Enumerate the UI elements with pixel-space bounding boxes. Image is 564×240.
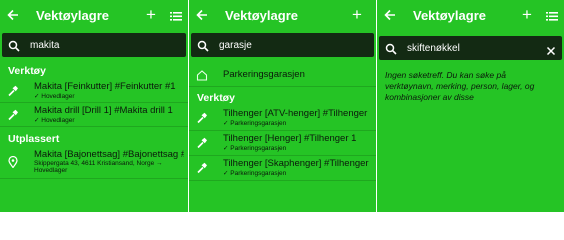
search-bar bbox=[191, 33, 374, 57]
search-input[interactable] bbox=[30, 39, 180, 51]
hammer-icon bbox=[195, 131, 209, 155]
item-title: Tilhenger [ATV-henger] #Tilhenger bbox=[223, 108, 368, 119]
clear-search-icon[interactable] bbox=[546, 43, 556, 56]
search-input[interactable] bbox=[407, 42, 546, 54]
add-icon[interactable]: + bbox=[520, 6, 534, 23]
list-menu-icon[interactable] bbox=[170, 9, 182, 21]
app-bar: Vektøylagre + bbox=[377, 0, 564, 30]
list-item[interactable]: Makita drill [Drill 1] #Makita drill 1 ✓… bbox=[0, 103, 188, 127]
hammer-icon bbox=[6, 79, 20, 102]
item-location: ✓ Hovedlager bbox=[34, 117, 75, 124]
panel-search-skiftenokkel: Vektøylagre + Ingen søketreff. Du kan sø… bbox=[376, 0, 564, 212]
item-location: ✓ Hovedlager bbox=[34, 93, 75, 100]
search-bar bbox=[2, 33, 186, 57]
item-location: ✓ Parkeringsgarasjen bbox=[223, 170, 287, 177]
back-arrow-icon[interactable] bbox=[383, 8, 397, 22]
search-icon bbox=[385, 42, 397, 55]
search-icon bbox=[8, 39, 20, 52]
item-location: Hovedlager bbox=[34, 167, 68, 174]
list-item[interactable]: Tilhenger [ATV-henger] #Tilhenger ✓ Park… bbox=[189, 106, 376, 131]
app-bar: Vektøylagre + bbox=[0, 0, 188, 30]
section-header-verktoy: Verktøy bbox=[8, 65, 46, 77]
item-title: Makita drill [Drill 1] #Makita drill 1 bbox=[34, 105, 173, 116]
item-title: Makita [Feinkutter] #Feinkutter #1 bbox=[34, 81, 176, 92]
hammer-icon bbox=[195, 156, 209, 180]
app-bar: Vektøylagre + bbox=[189, 0, 376, 30]
item-title: Tilhenger [Skaphenger] #Tilhenger bbox=[223, 158, 369, 169]
list-menu-icon[interactable] bbox=[546, 9, 558, 21]
list-item[interactable]: Makita [Bajonettsag] #Bajonettsag #1 Ski… bbox=[0, 147, 188, 179]
item-title: Makita [Bajonettsag] #Bajonettsag #1 bbox=[34, 149, 184, 160]
location-result-item[interactable]: Parkeringsgarasjen bbox=[189, 63, 376, 87]
home-icon bbox=[195, 69, 209, 81]
list-item[interactable]: Makita [Feinkutter] #Feinkutter #1 ✓ Hov… bbox=[0, 79, 188, 103]
item-location: ✓ Parkeringsgarasjen bbox=[223, 145, 287, 152]
add-icon[interactable]: + bbox=[350, 6, 364, 23]
search-input[interactable] bbox=[219, 39, 368, 51]
location-pin-icon bbox=[6, 147, 20, 178]
list-item[interactable]: Tilhenger [Skaphenger] #Tilhenger ✓ Park… bbox=[189, 156, 376, 181]
item-location: ✓ Parkeringsgarasjen bbox=[223, 120, 287, 127]
back-arrow-icon[interactable] bbox=[195, 8, 209, 22]
hammer-icon bbox=[6, 103, 20, 126]
search-bar bbox=[379, 36, 562, 60]
location-name: Parkeringsgarasjen bbox=[223, 69, 305, 80]
list-item[interactable]: Tilhenger [Henger] #Tilhenger 1 ✓ Parker… bbox=[189, 131, 376, 156]
search-icon bbox=[197, 39, 209, 52]
panel-search-garasje: Vektøylagre + Parkeringsgarasjen Verktøy bbox=[188, 0, 376, 212]
app-title: Vektøylagre bbox=[413, 7, 486, 23]
item-title: Tilhenger [Henger] #Tilhenger 1 bbox=[223, 133, 357, 144]
back-arrow-icon[interactable] bbox=[6, 8, 20, 22]
item-address: Skippergata 43, 4611 Kristiansand, Norge… bbox=[34, 160, 163, 167]
no-results-message: Ingen søketreff. Du kan søke på verktøyn… bbox=[385, 70, 535, 102]
app-title: Vektøylagre bbox=[36, 7, 109, 23]
panel-search-makita: Vektøylagre + Verktøy Makita [Feinkutter… bbox=[0, 0, 188, 212]
section-header-utplassert: Utplassert bbox=[8, 133, 60, 145]
section-header-verktoy: Verktøy bbox=[197, 92, 235, 104]
app-title: Vektøylagre bbox=[225, 7, 298, 23]
add-icon[interactable]: + bbox=[144, 6, 158, 23]
hammer-icon bbox=[195, 106, 209, 130]
